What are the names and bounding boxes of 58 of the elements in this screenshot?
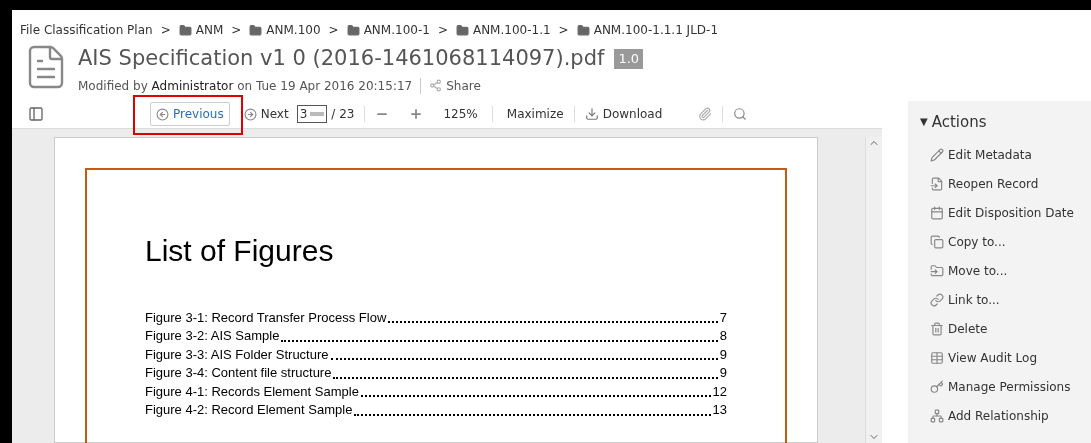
previous-button[interactable]: Previous bbox=[150, 102, 230, 126]
figure-entry: Figure 4-2: Record Element Sample 13 bbox=[145, 401, 727, 419]
maximize-button[interactable]: Maximize bbox=[506, 105, 564, 123]
download-icon bbox=[584, 107, 599, 121]
breadcrumb-separator: > bbox=[437, 22, 448, 39]
breadcrumb-separator: > bbox=[558, 22, 569, 39]
breadcrumb-separator: > bbox=[328, 22, 339, 39]
download-button[interactable]: Download bbox=[584, 105, 663, 123]
zoom-level: 125% bbox=[443, 106, 478, 123]
action-link[interactable]: Move to... bbox=[930, 261, 1091, 280]
zoom-in-icon[interactable] bbox=[409, 107, 424, 121]
action-link[interactable]: Manage Permissions bbox=[930, 377, 1091, 396]
page-total: / 23 bbox=[331, 106, 355, 123]
figure-entry: Figure 3-1: Record Transfer Process Flow 7 bbox=[145, 308, 727, 327]
action-icon bbox=[930, 408, 944, 423]
action-icon bbox=[930, 263, 944, 278]
figure-entry: Figure 4-1: Records Element Sample 12 bbox=[145, 382, 727, 401]
figure-entry: Figure 3-3: AIS Folder Structure 9 bbox=[145, 345, 727, 364]
modified-info: Modified by Administrator on Tue 19 Apr 2016 20:15:17 bbox=[78, 77, 413, 95]
action-icon bbox=[930, 234, 944, 249]
action-icon bbox=[930, 176, 944, 191]
action-link[interactable]: Delete bbox=[930, 319, 1091, 338]
action-icon bbox=[930, 147, 944, 162]
action-link[interactable]: Reopen Record bbox=[930, 174, 1091, 193]
version-badge: 1.0 bbox=[614, 49, 644, 69]
action-icon bbox=[930, 205, 944, 220]
figure-entry: Figure 3-2: AIS Sample 8 bbox=[145, 327, 727, 345]
breadcrumb-link[interactable]: ANM.100-1.1.1 JLD-1 bbox=[576, 21, 719, 39]
breadcrumb-separator: > bbox=[231, 22, 242, 39]
actions-header[interactable]: ▼ Actions bbox=[920, 110, 987, 133]
page-heading: List of Figures bbox=[145, 232, 335, 269]
action-link[interactable]: Edit Disposition Date bbox=[930, 203, 1091, 222]
action-icon bbox=[930, 350, 944, 365]
scrollbar[interactable] bbox=[865, 136, 882, 443]
breadcrumb-link[interactable]: File Classification Plan bbox=[20, 21, 153, 39]
action-icon bbox=[930, 321, 944, 336]
action-link[interactable]: Edit Metadata bbox=[930, 145, 1091, 164]
action-link[interactable]: Copy to... bbox=[930, 232, 1091, 251]
breadcrumb-link[interactable]: ANM.100-1 bbox=[346, 21, 430, 39]
caret-icon: ▼ bbox=[920, 114, 928, 130]
share-link[interactable]: Share bbox=[429, 76, 481, 95]
breadcrumb-link[interactable]: ANM.100-1.1 bbox=[455, 21, 551, 39]
breadcrumb-link[interactable]: ANM.100 bbox=[249, 21, 321, 39]
action-icon bbox=[930, 292, 944, 307]
action-link[interactable]: Add Relationship bbox=[930, 406, 1091, 425]
page-number-field[interactable]: 3 bbox=[296, 105, 328, 123]
share-icon bbox=[429, 79, 443, 92]
search-icon[interactable] bbox=[733, 107, 748, 121]
figure-entry: Figure 3-4: Content file structure 9 bbox=[145, 364, 727, 382]
action-link[interactable]: View Audit Log bbox=[930, 348, 1091, 367]
breadcrumb-separator: > bbox=[160, 22, 171, 39]
next-button[interactable]: Next bbox=[243, 105, 289, 123]
action-link[interactable]: Link to... bbox=[930, 290, 1091, 309]
sidebar-toggle-icon[interactable] bbox=[28, 106, 44, 122]
document-title: AIS Specification v1 0 (2016-1461068114097).pdf bbox=[78, 45, 605, 72]
attachment-icon[interactable] bbox=[698, 107, 713, 121]
action-icon bbox=[930, 379, 944, 394]
breadcrumb-link[interactable]: ANM bbox=[178, 21, 224, 39]
